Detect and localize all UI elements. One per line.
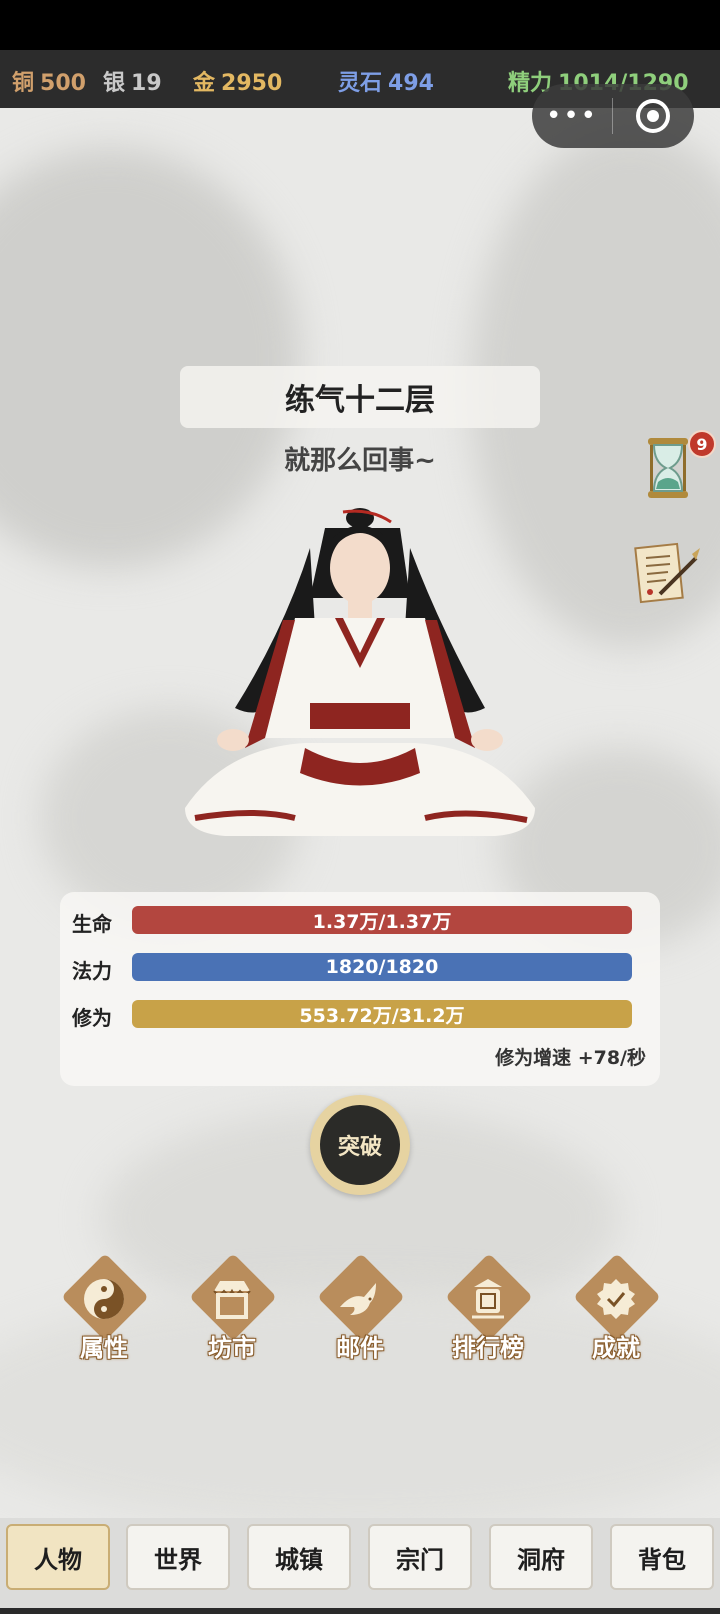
feature-mail[interactable]: 邮件 (308, 1253, 412, 1364)
resource-gold: 金 2950 (193, 65, 282, 97)
character-motto: 就那么回事~ (284, 446, 436, 476)
feature-label: 坊市 (208, 1334, 256, 1362)
resource-label: 金 (193, 71, 216, 96)
tab-world[interactable]: 世界 (126, 1524, 230, 1590)
mp-label: 法力 (72, 959, 112, 983)
resource-spirit-stone: 灵石 494 (338, 65, 434, 97)
bottom-tab-bar: 人物 世界 城镇 宗门 洞府 背包 (0, 1518, 720, 1614)
resource-value: 2950 (221, 71, 283, 96)
mountain-left (0, 148, 300, 568)
feature-label: 成就 (592, 1334, 640, 1362)
resource-copper: 铜 500 (12, 65, 86, 97)
cultivation-speed: 修为增速 +78/秒 (495, 1047, 646, 1069)
realm-title: 练气十二层 (180, 366, 540, 428)
hp-label: 生命 (72, 912, 112, 936)
home-indicator (0, 1608, 720, 1614)
dove-icon (308, 1264, 412, 1334)
tab-character[interactable]: 人物 (6, 1524, 110, 1590)
target-icon[interactable] (613, 99, 693, 133)
resource-value: 494 (388, 71, 434, 96)
feature-attributes[interactable]: 属性 (52, 1253, 156, 1364)
shop-icon (180, 1264, 284, 1334)
resource-value: 19 (131, 71, 162, 96)
mp-bar: 1820/1820 (132, 953, 632, 981)
resource-label: 银 (103, 71, 126, 96)
scroll-quill-icon[interactable] (630, 538, 702, 610)
tab-cave-dwelling[interactable]: 洞府 (489, 1524, 593, 1590)
feature-ranking[interactable]: 排行榜 (436, 1253, 540, 1364)
resource-label: 铜 (12, 71, 35, 96)
ranking-banner-icon (436, 1264, 540, 1334)
yin-yang-icon (52, 1264, 156, 1334)
feature-label: 属性 (80, 1334, 128, 1362)
resource-silver: 银 19 (103, 65, 162, 97)
tab-town[interactable]: 城镇 (247, 1524, 351, 1590)
cultivation-label: 修为 (72, 1006, 112, 1030)
realm-text: 练气十二层 (285, 383, 435, 418)
feature-achievements[interactable]: 成就 (564, 1253, 668, 1364)
miniprogram-capsule: ••• (532, 84, 694, 148)
resource-label: 灵石 (338, 71, 383, 96)
achievement-badge-icon (564, 1264, 668, 1334)
more-dots-icon[interactable]: ••• (532, 84, 612, 148)
feature-market[interactable]: 坊市 (180, 1253, 284, 1364)
tab-backpack[interactable]: 背包 (610, 1524, 714, 1590)
feature-label: 邮件 (336, 1334, 384, 1362)
status-bar (0, 0, 720, 50)
notification-badge: 9 (688, 430, 716, 458)
tab-sect[interactable]: 宗门 (368, 1524, 472, 1590)
hp-bar: 1.37万/1.37万 (132, 906, 632, 934)
meditating-cultivator-figure (185, 508, 535, 836)
resource-value: 500 (40, 71, 86, 96)
feature-label: 排行榜 (452, 1334, 524, 1362)
breakthrough-button[interactable]: 突破 (310, 1095, 410, 1195)
cultivation-bar: 553.72万/31.2万 (132, 1000, 632, 1028)
breakthrough-label: 突破 (320, 1105, 400, 1185)
